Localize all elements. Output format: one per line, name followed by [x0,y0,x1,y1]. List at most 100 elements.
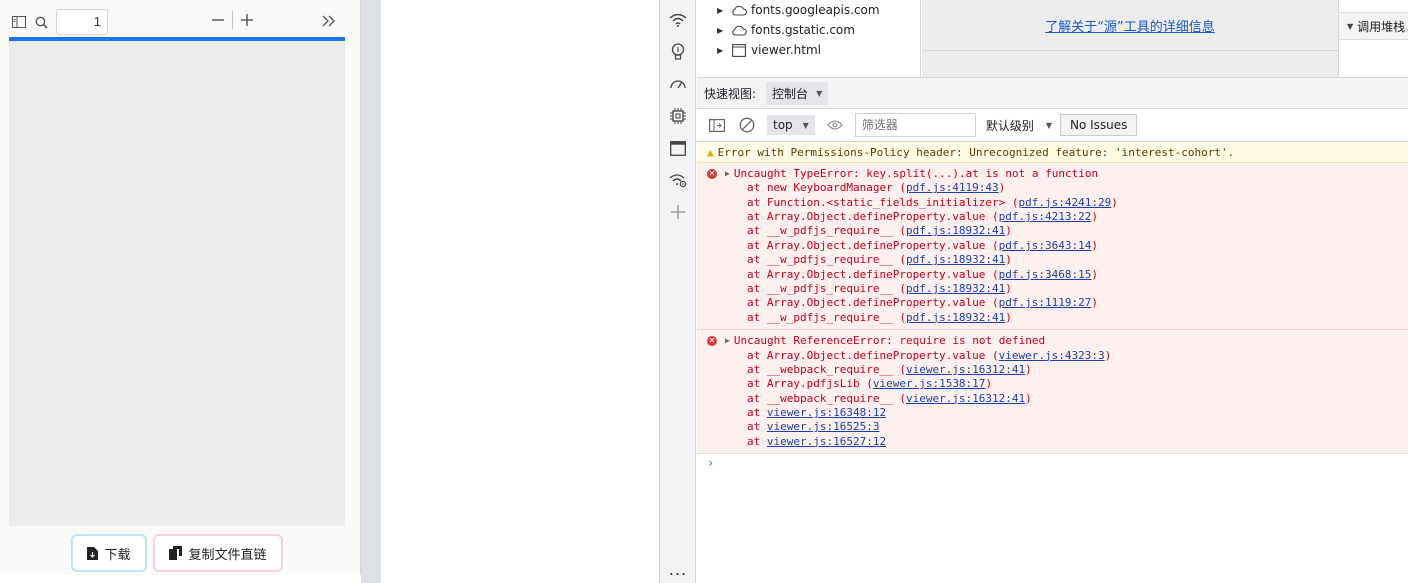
error-message: Uncaught ReferenceError: require is not … [733,334,1046,348]
error-icon: ✕ [707,169,717,180]
triangle-right-icon[interactable]: ▶ [717,26,731,35]
quick-view-label: 快速视图: [704,86,757,101]
download-icon [87,546,99,560]
error-message: Uncaught TypeError: key.split(...).at is… [733,167,1099,180]
source-location-link[interactable]: viewer.js:16312:41 [906,392,1025,405]
stack-frame-text: at __w_pdfjs_require__ ( [747,282,906,296]
stack-frame-suffix: ) [1025,362,1032,376]
source-location-link[interactable]: pdf.js:1119:27 [999,296,1092,309]
performance-icon[interactable] [666,72,690,96]
source-location-link[interactable]: pdf.js:18932:41 [906,253,1005,266]
stack-frame-text: at new KeyboardManager ( [747,181,906,195]
chevron-down-icon: ▼ [1045,120,1052,130]
download-button[interactable]: 下载 [71,534,147,572]
stack-frame: at Array.Object.defineProperty.value (vi… [707,349,1408,363]
console-filter-input[interactable] [854,113,976,137]
live-expression-eye-icon[interactable] [825,115,845,135]
sources-info-panel: 了解关于“源”工具的详细信息 [922,0,1338,51]
clear-console-icon[interactable] [737,115,757,135]
stack-frame: at __webpack_require__ (viewer.js:16312:… [707,392,1408,406]
log-level-value: 默认级别 [985,118,1034,133]
source-location-link[interactable]: pdf.js:18932:41 [906,311,1005,324]
chevron-down-icon: ▼ [816,88,823,98]
application-window-icon[interactable] [666,136,690,160]
stack-frame-suffix: ) [1091,296,1099,310]
source-location-link[interactable]: viewer.js:16527:12 [767,435,886,448]
stack-frame: at __webpack_require__ (viewer.js:16312:… [707,363,1408,377]
zoom-out-icon[interactable] [207,9,229,31]
search-icon[interactable] [30,11,52,33]
stack-frame-suffix: ) [1025,391,1032,405]
wifi-icon[interactable] [666,8,690,32]
stack-frame: at new KeyboardManager (pdf.js:4119:43) [707,181,1408,195]
tree-item[interactable]: ▶ fonts.gstatic.com [697,20,920,40]
context-value: top [773,118,793,132]
console-toolbar: top ▼ 默认级别 ▼ No Issues [697,109,1408,142]
source-location-link[interactable]: viewer.js:16525:3 [767,420,880,433]
zoom-divider [232,11,233,29]
issues-button[interactable]: No Issues [1060,114,1138,136]
warning-icon: ▲ [707,145,714,159]
context-select[interactable]: top ▼ [767,115,815,135]
source-location-link[interactable]: pdf.js:4213:22 [999,210,1092,223]
double-chevron-right-icon[interactable] [318,10,340,32]
stack-frame: at Array.pdfjsLib (viewer.js:1538:17) [707,377,1408,391]
stack-frame-text: at [747,420,767,434]
stack-frame-text: at __w_pdfjs_require__ ( [747,253,906,267]
console-output: ▲ Error with Permissions-Policy header: … [697,142,1408,583]
tree-item[interactable]: ▶ viewer.html [697,40,920,60]
stack-frame-suffix: ) [1091,267,1099,281]
call-stack-header[interactable]: ▼ 调用堆栈 [1339,12,1408,40]
stack-frame-text: at Array.Object.defineProperty.value ( [747,296,999,310]
quick-view-select[interactable]: 控制台 ▼ [766,81,829,105]
copy-link-button[interactable]: 复制文件直链 [153,534,283,572]
network-settings-icon[interactable] [666,168,690,192]
stack-frame: at Function.<static_fields_initializer> … [707,196,1408,210]
stack-frame-text: at Function.<static_fields_initializer> … [747,195,1019,209]
triangle-down-icon: ▼ [1347,21,1354,31]
stack-frame-suffix: ) [1104,348,1112,362]
more-tools-button[interactable]: ... [660,560,696,579]
console-prompt[interactable]: › [697,454,1408,472]
expand-triangle-icon[interactable]: ▶ [725,334,730,348]
log-level-select[interactable]: 默认级别 ▼ [986,117,1052,134]
source-location-link[interactable]: viewer.js:1538:17 [873,377,986,390]
copy-link-label: 复制文件直链 [188,547,267,563]
lightbulb-icon[interactable] [666,40,690,64]
sources-learn-more-link[interactable]: 了解关于“源”工具的详细信息 [1045,16,1214,35]
source-location-link[interactable]: pdf.js:3468:15 [999,268,1092,281]
zoom-controls [207,9,258,31]
prompt-chevron-icon: › [707,456,715,471]
error-header[interactable]: ✕ ▶ Uncaught TypeError: key.split(...).at … [707,167,1408,181]
cloud-icon [731,23,747,37]
source-location-link[interactable]: pdf.js:4241:29 [1019,196,1112,209]
source-location-link[interactable]: viewer.js:16348:12 [767,406,886,419]
zoom-in-icon[interactable] [236,9,258,31]
sidebar-toggle-icon[interactable] [8,11,30,33]
error-header[interactable]: ✕ ▶ Uncaught ReferenceError: require is no… [707,334,1408,348]
stack-frame-text: at Array.Object.defineProperty.value ( [747,210,999,224]
source-location-link[interactable]: viewer.js:4323:3 [999,349,1105,362]
stack-frame-suffix: ) [1111,195,1118,209]
stack-frame: at __w_pdfjs_require__ (pdf.js:18932:41) [707,311,1408,325]
source-location-link[interactable]: viewer.js:16312:41 [906,363,1025,376]
warning-text: Error with Permissions-Policy header: Un… [717,145,1235,159]
source-location-link[interactable]: pdf.js:4119:43 [906,181,999,194]
console-sidebar-icon[interactable] [707,115,727,135]
triangle-right-icon[interactable]: ▶ [717,46,731,55]
stack-frame-suffix: ) [1005,282,1012,296]
memory-chip-icon[interactable] [666,104,690,128]
page-number-input[interactable]: 1 [56,9,108,35]
screen: 1 下载 复制文件直链 ... ▶ fonts.googleapis.com ▶… [0,0,1408,583]
stack-frame-text: at __w_pdfjs_require__ ( [747,310,906,324]
source-location-link[interactable]: pdf.js:18932:41 [906,224,1005,237]
call-stack-label: 调用堆栈 [1357,19,1406,34]
expand-triangle-icon[interactable]: ▶ [725,167,730,181]
triangle-right-icon[interactable]: ▶ [717,6,731,15]
tree-item[interactable]: ▶ fonts.googleapis.com [697,0,920,20]
stack-frame-suffix: ) [1005,253,1012,267]
source-location-link[interactable]: pdf.js:3643:14 [999,239,1092,252]
chevron-down-icon: ▼ [802,120,809,130]
source-location-link[interactable]: pdf.js:18932:41 [906,282,1005,295]
add-tool-icon[interactable] [666,200,690,224]
